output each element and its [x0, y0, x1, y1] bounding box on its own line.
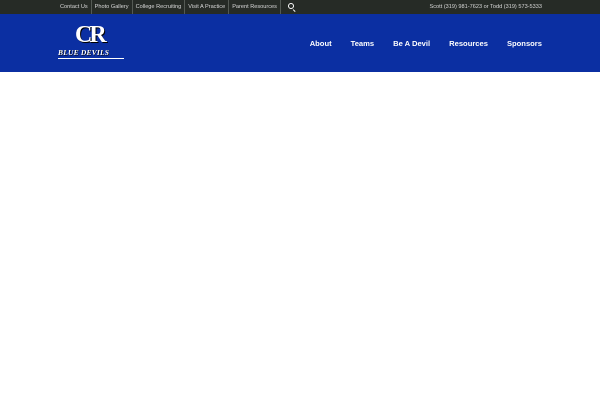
- contact-phone-text: Scott (319) 981-7623 or Todd (319) 573-5…: [429, 4, 542, 10]
- search-icon[interactable]: [284, 0, 298, 14]
- search-icon-handle: [292, 8, 296, 12]
- utility-links: Contact Us Photo Gallery College Recruit…: [57, 0, 298, 14]
- logo-wordmark: BLUE DEVILS: [58, 48, 110, 57]
- main-navigation: About Teams Be A Devil Resources Sponsor…: [291, 14, 542, 72]
- utility-link-photo-gallery[interactable]: Photo Gallery: [92, 0, 133, 14]
- nav-item-about[interactable]: About: [310, 39, 332, 48]
- site-logo[interactable]: CR BLUE DEVILS: [58, 23, 124, 61]
- utility-link-visit-a-practice[interactable]: Visit A Practice: [185, 0, 230, 14]
- nav-item-teams[interactable]: Teams: [351, 39, 375, 48]
- logo-underline: [58, 58, 124, 60]
- page-content: [0, 72, 600, 400]
- utility-link-parent-resources[interactable]: Parent Resources: [229, 0, 281, 14]
- logo-monogram: CR: [75, 22, 107, 48]
- utility-bar: Contact Us Photo Gallery College Recruit…: [0, 0, 600, 14]
- utility-link-college-recruiting[interactable]: College Recruiting: [133, 0, 186, 14]
- utility-link-contact-us[interactable]: Contact Us: [57, 0, 92, 14]
- nav-item-be-a-devil[interactable]: Be A Devil: [393, 39, 430, 48]
- nav-item-resources[interactable]: Resources: [449, 39, 488, 48]
- nav-item-sponsors[interactable]: Sponsors: [507, 39, 542, 48]
